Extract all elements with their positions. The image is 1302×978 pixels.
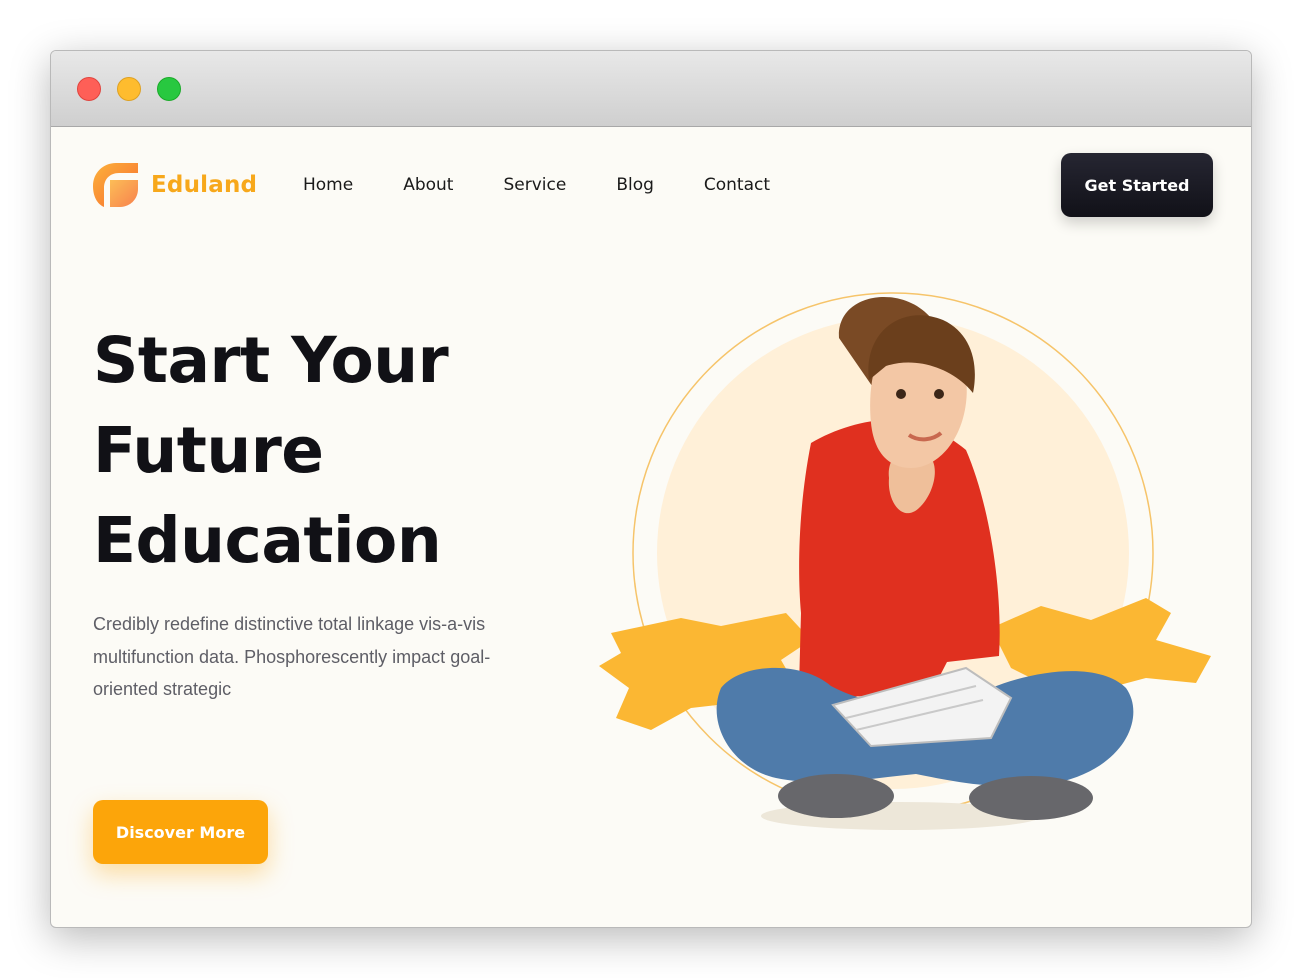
minimize-window-icon[interactable] — [117, 77, 141, 101]
close-window-icon[interactable] — [77, 77, 101, 101]
maximize-window-icon[interactable] — [157, 77, 181, 101]
eduland-logo-icon — [93, 163, 138, 207]
headline-line: Education — [93, 504, 442, 577]
nav-item-home[interactable]: Home — [303, 174, 353, 196]
headline-line: Start Your — [93, 324, 449, 397]
student-shoe-right — [969, 776, 1093, 820]
nav-item-blog[interactable]: Blog — [616, 174, 654, 196]
discover-more-button[interactable]: Discover More — [93, 800, 268, 864]
window-titlebar — [51, 51, 1251, 127]
landing-page: Eduland Home About Service Blog Contact … — [51, 128, 1251, 927]
hero-headline: Start Your Future Education — [93, 316, 553, 586]
headline-line: Future — [93, 414, 324, 487]
nav-item-about[interactable]: About — [403, 174, 453, 196]
nav-item-contact[interactable]: Contact — [704, 174, 770, 196]
brand-name: Eduland — [151, 172, 258, 198]
nav-item-service[interactable]: Service — [503, 174, 566, 196]
main-navigation: Home About Service Blog Contact — [303, 174, 820, 196]
hero-student-image — [599, 292, 1211, 830]
browser-window: Eduland Home About Service Blog Contact … — [50, 50, 1252, 928]
student-shoe-left — [778, 774, 894, 818]
brand-logo[interactable]: Eduland — [93, 162, 257, 208]
hero-description: Credibly redefine distinctive total link… — [93, 614, 491, 699]
get-started-button[interactable]: Get Started — [1061, 153, 1213, 217]
